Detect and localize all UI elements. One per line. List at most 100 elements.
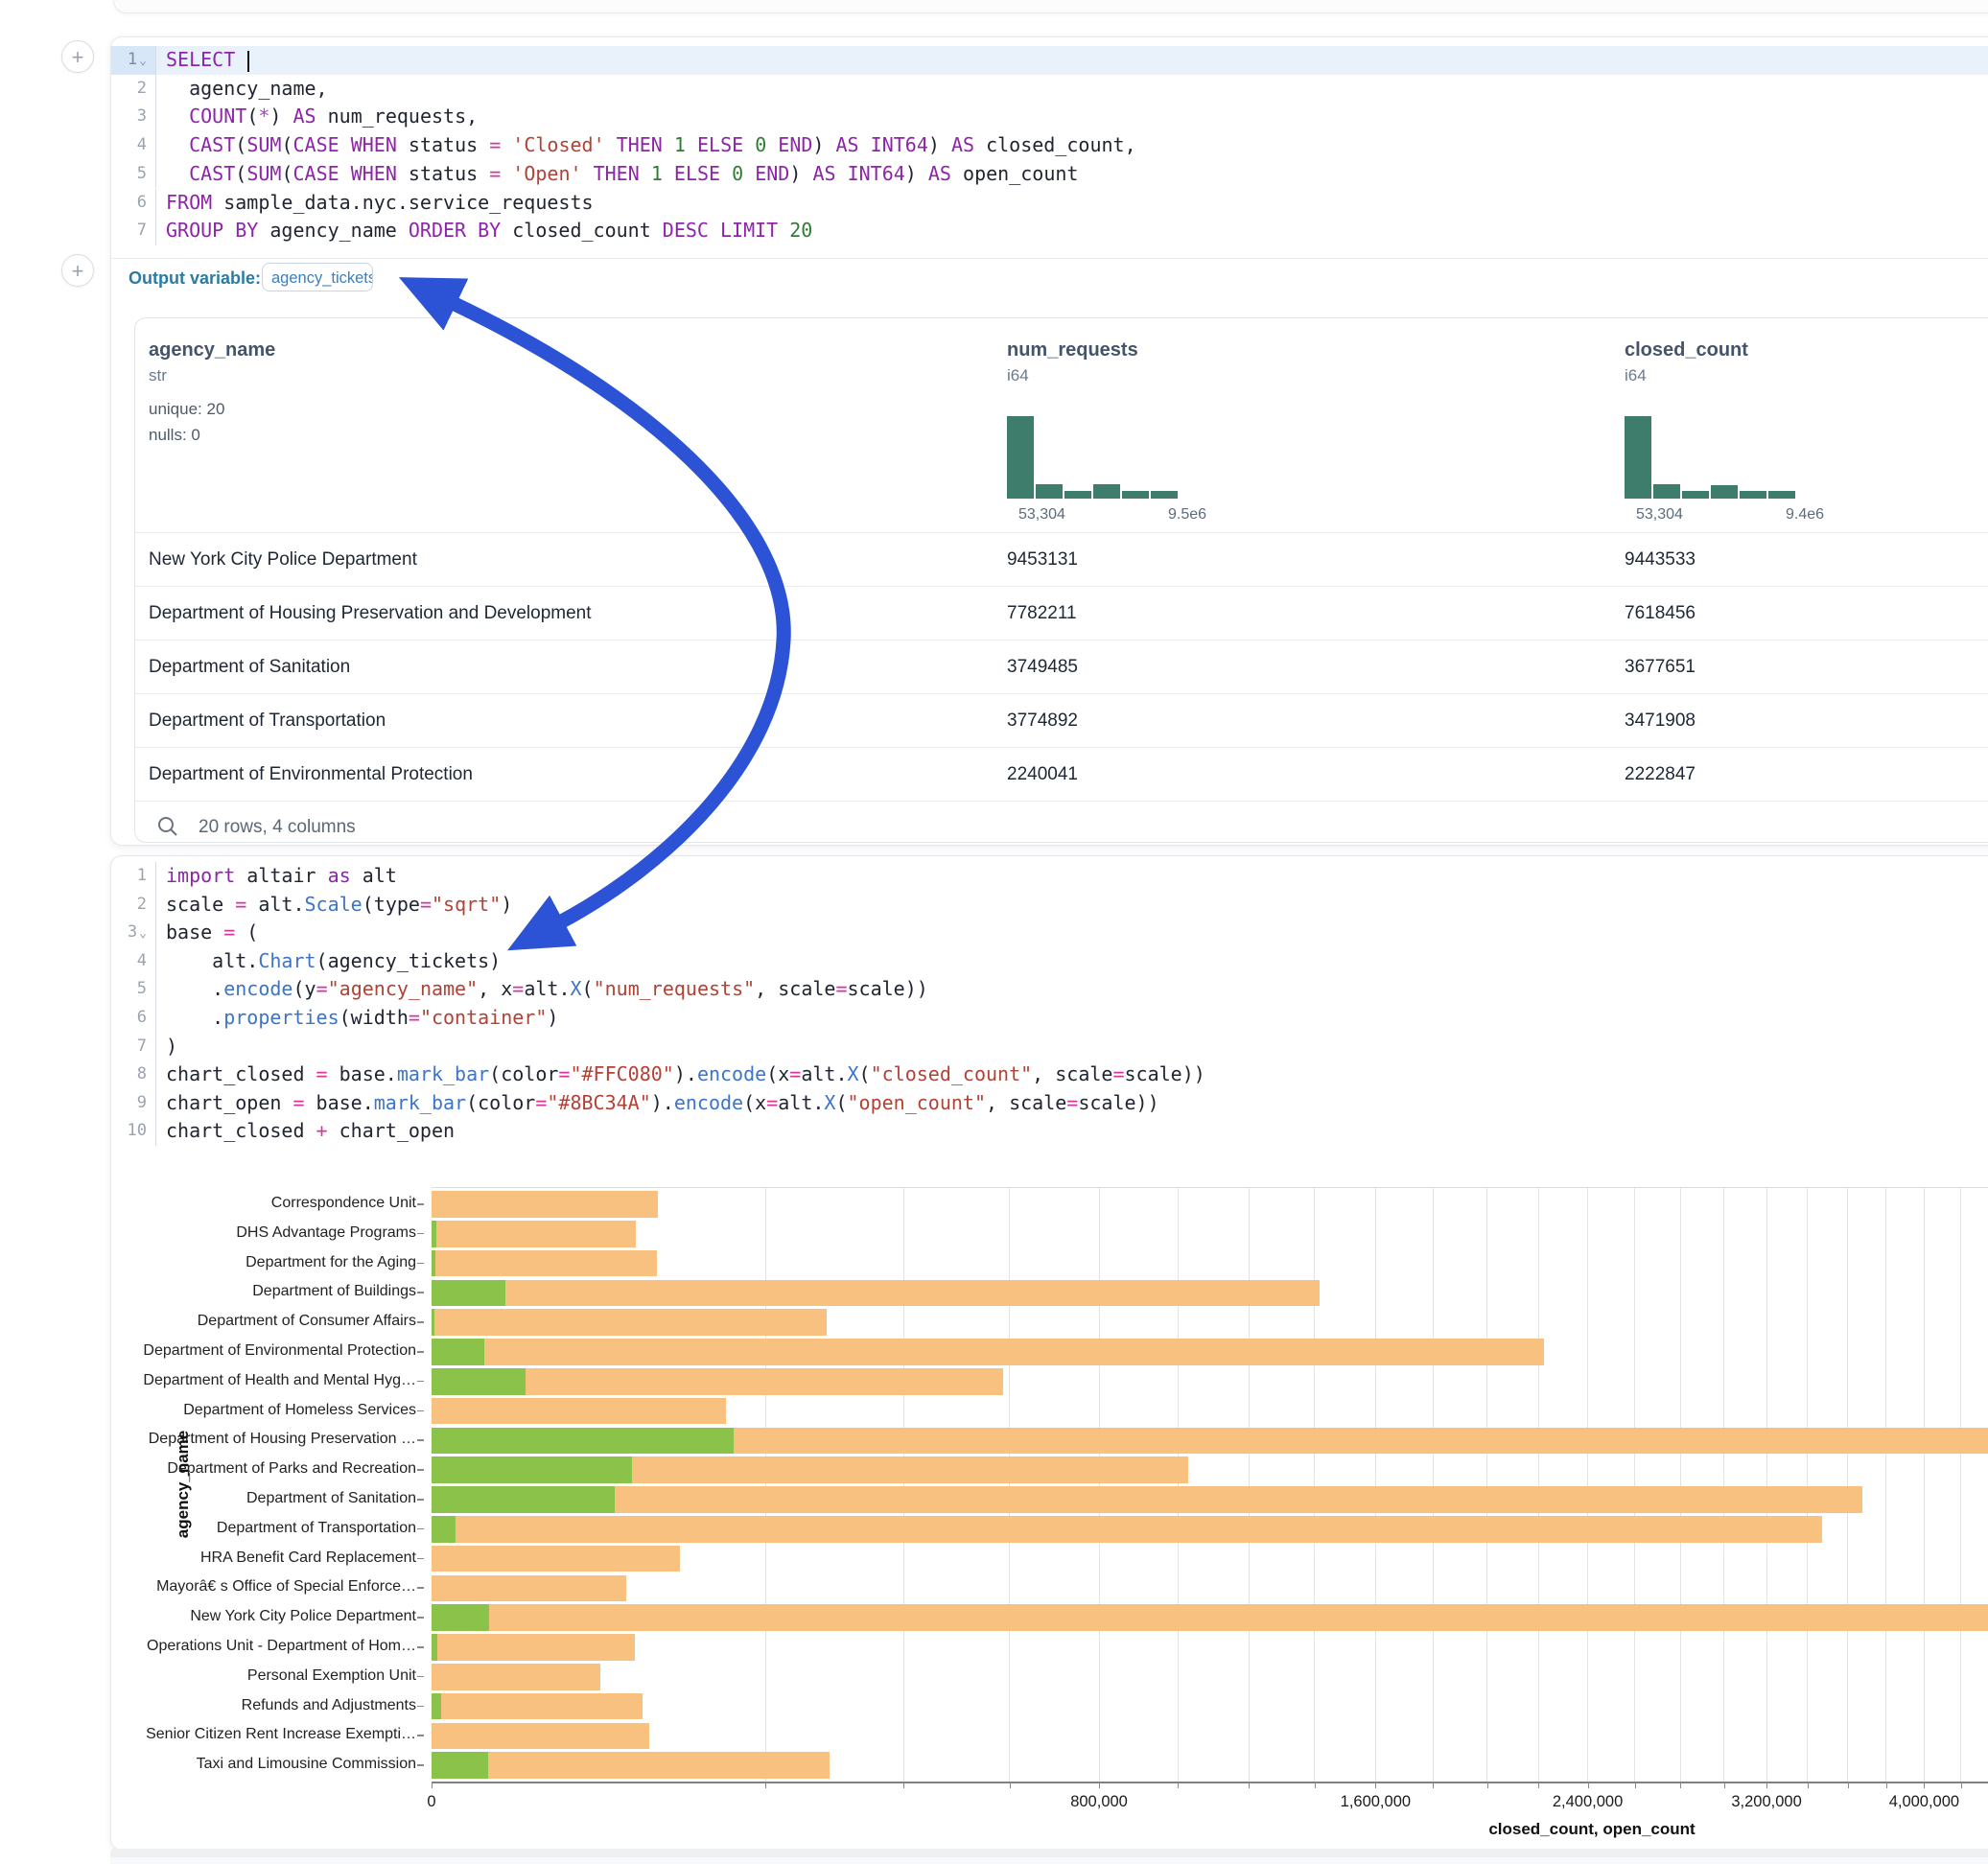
sql-code-editor[interactable]: 1⌄SELECT 2 agency_name,3 COUNT(*) AS num…: [111, 46, 1988, 245]
category-label: Personal Exemption Unit: [247, 1667, 416, 1685]
table-cell: New York City Police Department: [149, 533, 417, 587]
fold-chevron-icon[interactable]: ⌄: [139, 54, 147, 68]
code-line[interactable]: 5 CAST(SUM(CASE WHEN status = 'Open' THE…: [111, 160, 1988, 189]
table-row[interactable]: Department of Housing Preservation and D…: [135, 586, 1988, 641]
category-tick: [417, 1706, 424, 1708]
code-text: base = (: [166, 919, 258, 947]
code-line[interactable]: 5 .encode(y="agency_name", x=alt.X("num_…: [111, 975, 1988, 1004]
bar-open_count: [432, 1280, 505, 1307]
chart-x-axis-title: closed_count, open_count: [1488, 1820, 1695, 1839]
bar-open_count: [432, 1486, 615, 1513]
code-text: CAST(SUM(CASE WHEN status = 'Open' THEN …: [166, 160, 1078, 189]
bar-open_count: [432, 1693, 441, 1720]
table-row[interactable]: Department of Transportation377489234719…: [135, 693, 1988, 748]
gridline: [1723, 1188, 1724, 1782]
gridline: [1538, 1188, 1539, 1782]
code-line[interactable]: 6FROM sample_data.nyc.service_requests: [111, 189, 1988, 218]
category-label: Correspondence Unit: [271, 1195, 416, 1212]
category-tick: [417, 1676, 424, 1678]
axis-tick: [1886, 1782, 1887, 1788]
bar-open_count: [432, 1339, 484, 1365]
code-line[interactable]: 2scale = alt.Scale(type="sqrt"): [111, 891, 1988, 920]
code-text: .properties(width="container"): [166, 1004, 558, 1033]
category-tick: [417, 1499, 424, 1501]
category-tick: [417, 1292, 424, 1293]
code-line[interactable]: 4 alt.Chart(agency_tickets): [111, 947, 1988, 976]
category-tick: [417, 1381, 424, 1383]
python-code-editor[interactable]: 1import altair as alt2scale = alt.Scale(…: [111, 862, 1988, 1146]
bar-open_count: [432, 1634, 437, 1661]
column-header[interactable]: closed_count: [1625, 339, 1748, 361]
code-text: agency_name,: [166, 75, 328, 104]
code-line[interactable]: 1import altair as alt: [111, 862, 1988, 891]
table-row[interactable]: New York City Police Department945313194…: [135, 532, 1988, 587]
axis-tick: [1808, 1782, 1809, 1788]
histogram-bar: [1064, 491, 1091, 499]
gridline: [765, 1188, 766, 1782]
category-label: New York City Police Department: [190, 1608, 416, 1625]
bar-open_count: [432, 1368, 526, 1395]
code-line[interactable]: 3⌄base = (: [111, 919, 1988, 947]
histogram-bar: [1682, 491, 1709, 499]
code-text: scale = alt.Scale(type="sqrt"): [166, 891, 512, 920]
axis-tick: [1538, 1782, 1539, 1788]
code-line[interactable]: 7GROUP BY agency_name ORDER BY closed_co…: [111, 217, 1988, 245]
axis-tick: [1315, 1782, 1316, 1788]
code-text: COUNT(*) AS num_requests,: [166, 103, 478, 131]
fold-chevron-icon[interactable]: ⌄: [139, 926, 147, 941]
histogram-bar: [1093, 484, 1120, 499]
code-line[interactable]: 8chart_closed = base.mark_bar(color="#FF…: [111, 1060, 1988, 1089]
add-cell-button-top[interactable]: +: [61, 40, 94, 73]
line-number: 5: [111, 975, 156, 1004]
bar-open_count: [432, 1428, 734, 1455]
search-icon[interactable]: [156, 815, 179, 838]
column-header[interactable]: num_requests: [1007, 339, 1138, 361]
add-cell-button-below-sql[interactable]: +: [61, 254, 94, 287]
bar-closed_count: [432, 1250, 657, 1277]
code-line[interactable]: 6 .properties(width="container"): [111, 1004, 1988, 1033]
code-line[interactable]: 3 COUNT(*) AS num_requests,: [111, 103, 1988, 131]
axis-tick: [432, 1782, 433, 1788]
code-line[interactable]: 2 agency_name,: [111, 75, 1988, 104]
category-tick: [417, 1203, 424, 1205]
table-cell: 3471908: [1625, 694, 1696, 748]
line-number: 10: [111, 1117, 156, 1146]
category-tick: [417, 1764, 424, 1766]
column-header[interactable]: agency_name: [149, 339, 275, 361]
code-line[interactable]: 10chart_closed + chart_open: [111, 1117, 1988, 1146]
bar-closed_count: [432, 1604, 1988, 1631]
category-tick: [417, 1233, 424, 1235]
line-number: 6: [111, 189, 156, 218]
bar-closed_count: [432, 1752, 830, 1779]
histogram-max-label: 9.5e6: [1168, 506, 1206, 524]
previous-cell-fragment: [113, 0, 1988, 13]
category-label: DHS Advantage Programs: [236, 1224, 416, 1242]
code-line[interactable]: 7): [111, 1033, 1988, 1061]
category-tick: [417, 1351, 424, 1353]
code-line[interactable]: 1⌄SELECT: [111, 46, 1988, 75]
table-row[interactable]: Department of Environmental Protection22…: [135, 747, 1988, 802]
code-line[interactable]: 4 CAST(SUM(CASE WHEN status = 'Closed' T…: [111, 131, 1988, 160]
table-cell: 9443533: [1625, 533, 1696, 587]
axis-tick: [1375, 1782, 1376, 1788]
code-line[interactable]: 9chart_open = base.mark_bar(color="#8BC3…: [111, 1089, 1988, 1118]
category-tick: [417, 1263, 424, 1265]
gridline: [1924, 1188, 1925, 1782]
category-label: Department of Sanitation: [246, 1490, 416, 1507]
gridline: [1009, 1188, 1010, 1782]
chart-y-axis-labels: Correspondence Unit DHS Advantage Program…: [110, 1187, 428, 1782]
code-text: alt.Chart(agency_tickets): [166, 947, 501, 976]
histogram-min-label: 53,304: [1636, 506, 1683, 524]
axis-tick: [1487, 1782, 1488, 1788]
axis-tick: [1433, 1782, 1434, 1788]
code-text: import altair as alt: [166, 862, 397, 891]
table-row[interactable]: Department of Sanitation37494853677651: [135, 640, 1988, 694]
table-cell: Department of Transportation: [149, 694, 386, 748]
gridline: [1249, 1188, 1250, 1782]
category-label: Department of Transportation: [217, 1520, 416, 1537]
table-cell: 3749485: [1007, 641, 1078, 694]
bar-open_count: [432, 1250, 435, 1277]
histogram-bar: [1625, 416, 1651, 499]
output-variable-input[interactable]: agency_tickets: [262, 263, 373, 291]
gridline: [1375, 1188, 1376, 1782]
